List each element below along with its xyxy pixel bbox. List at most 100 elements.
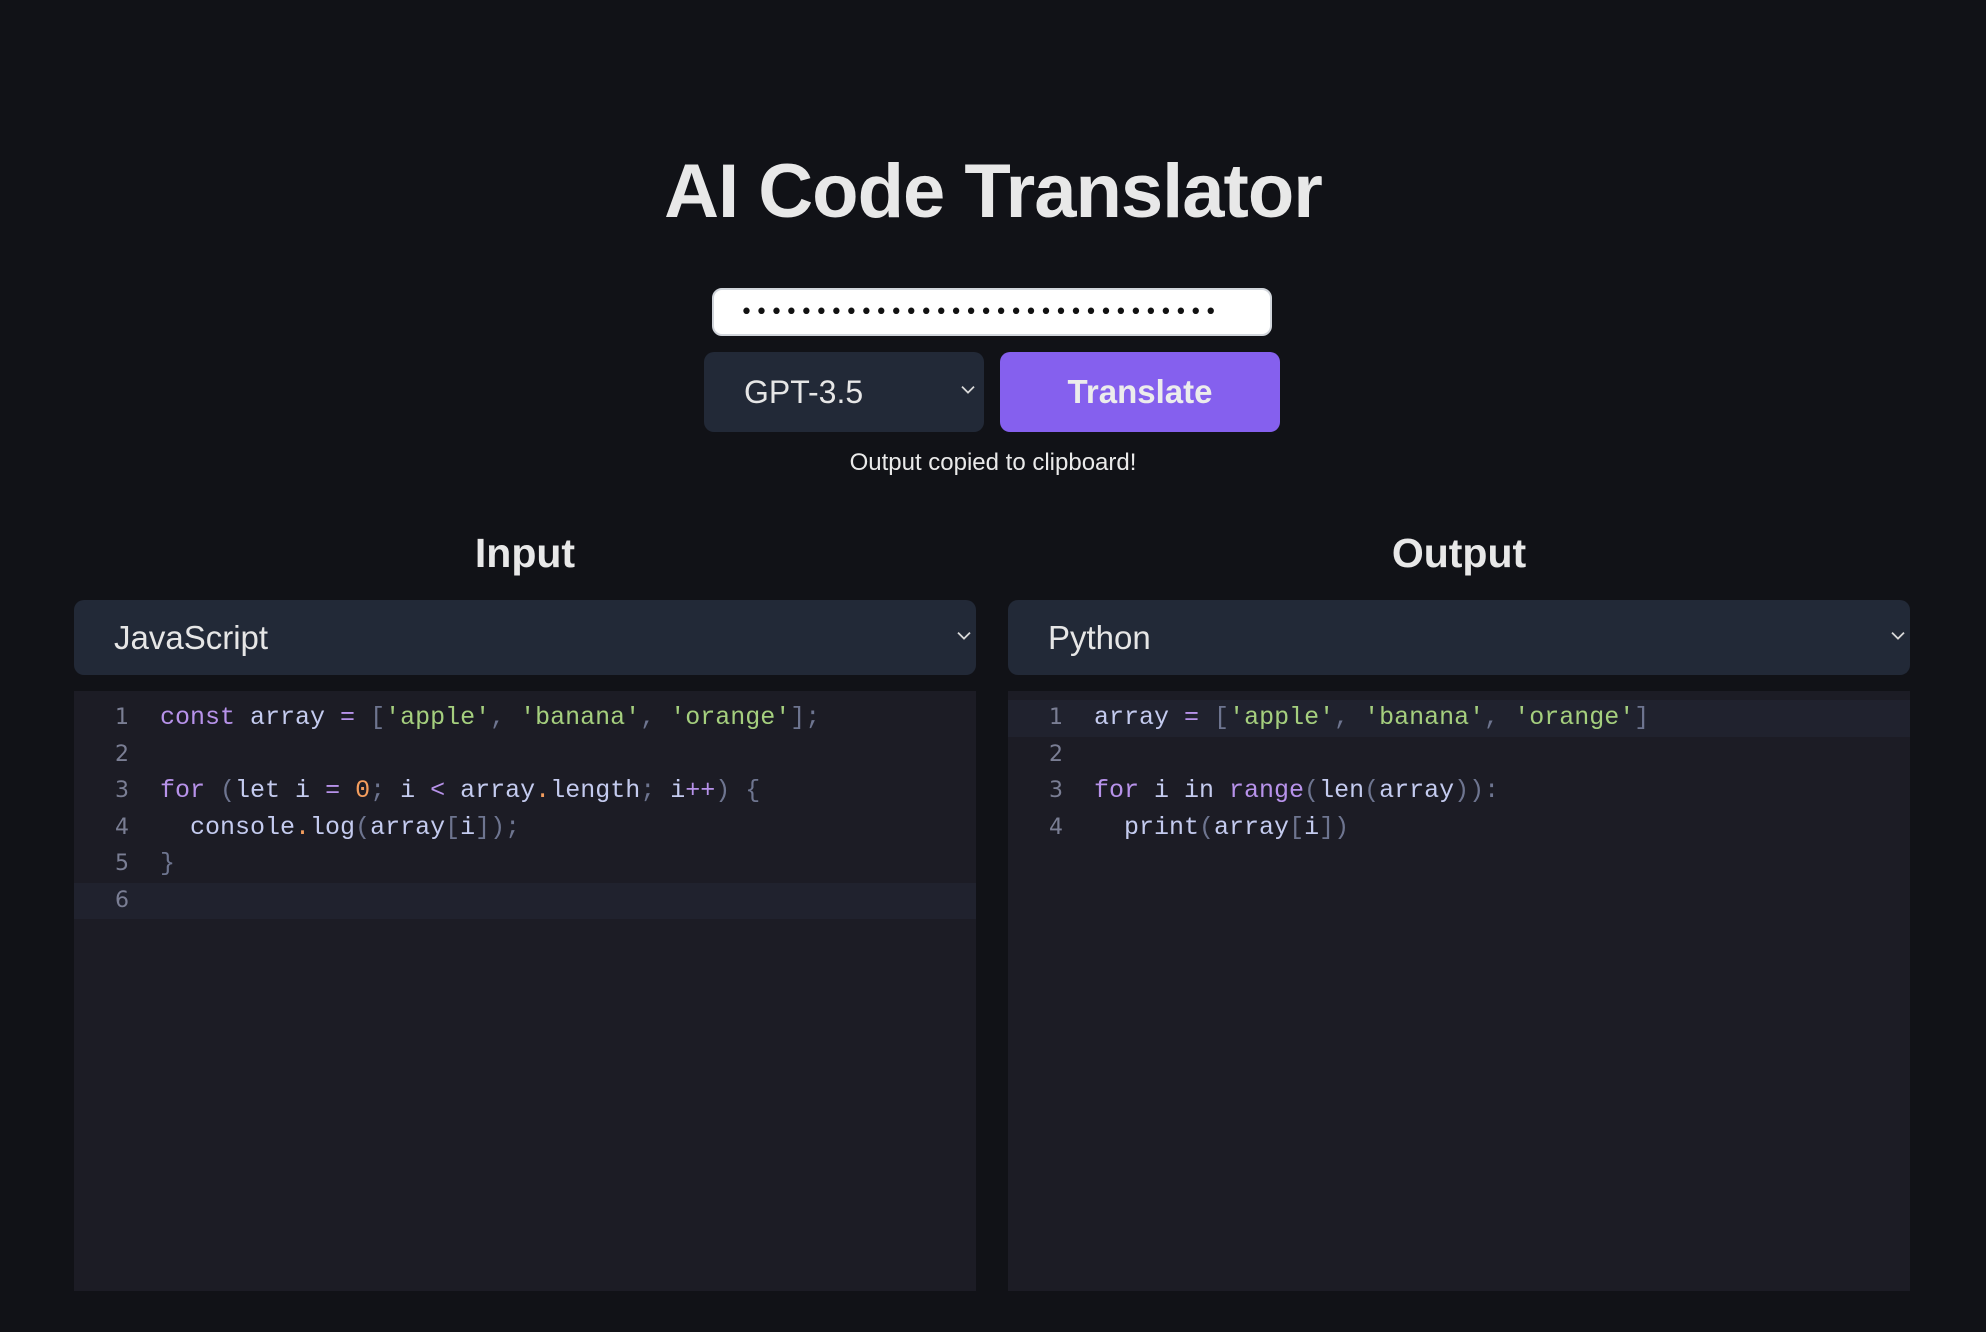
- code-token: i: [1304, 813, 1319, 842]
- line-number: 6: [74, 883, 129, 920]
- code-token: [355, 703, 370, 732]
- code-token: (: [220, 776, 235, 805]
- output-code-editor[interactable]: 1array = ['apple', 'banana', 'orange']23…: [1008, 691, 1910, 1291]
- code-token: .: [295, 813, 310, 842]
- code-token: 'apple': [385, 703, 490, 732]
- code-token: ]);: [475, 813, 520, 842]
- code-token: [505, 703, 520, 732]
- output-language-select[interactable]: Python: [1008, 600, 1910, 675]
- code-token: ];: [790, 703, 820, 732]
- code-token: i: [460, 813, 475, 842]
- code-token: let i: [235, 776, 325, 805]
- code-line: 3for i in range(len(array)):: [1008, 773, 1910, 810]
- code-token: [1199, 703, 1214, 732]
- code-token: 'apple': [1229, 703, 1334, 732]
- translate-button[interactable]: Translate: [1000, 352, 1280, 432]
- code-token: ,: [640, 703, 655, 732]
- code-token: array: [1379, 776, 1454, 805]
- input-language-value: JavaScript: [114, 619, 268, 657]
- line-number: 2: [1008, 737, 1063, 774]
- code-token: [205, 776, 220, 805]
- code-token: )): [1454, 776, 1484, 805]
- code-token: length: [550, 776, 640, 805]
- code-line: 5}: [74, 846, 976, 883]
- code-token: len: [1319, 776, 1364, 805]
- code-token: 'banana': [1364, 703, 1484, 732]
- code-text: }: [160, 846, 175, 883]
- code-token: [: [370, 703, 385, 732]
- code-token: =: [325, 776, 340, 805]
- line-number: 2: [74, 737, 129, 774]
- code-token: ;: [370, 776, 385, 805]
- code-token: [730, 776, 745, 805]
- code-token: i: [655, 776, 685, 805]
- chevron-down-icon: [1890, 627, 1906, 643]
- code-token: array: [235, 703, 340, 732]
- output-language-value: Python: [1048, 619, 1151, 657]
- code-token: 'banana': [520, 703, 640, 732]
- model-select-value: GPT-3.5: [744, 374, 863, 411]
- code-text: print(array[i]): [1094, 810, 1349, 847]
- code-text: const array = ['apple', 'banana', 'orang…: [160, 700, 820, 737]
- code-token: ,: [1334, 703, 1349, 732]
- code-token: (: [1199, 813, 1214, 842]
- model-select[interactable]: GPT-3.5: [704, 352, 984, 432]
- code-token: .: [535, 776, 550, 805]
- api-key-input[interactable]: [712, 288, 1272, 336]
- line-number: 3: [1008, 773, 1063, 810]
- line-number: 3: [74, 773, 129, 810]
- code-line: 4 console.log(array[i]);: [74, 810, 976, 847]
- code-token: ]: [1634, 703, 1649, 732]
- code-token: [655, 703, 670, 732]
- line-number: 1: [1008, 700, 1063, 737]
- input-code-editor[interactable]: 1const array = ['apple', 'banana', 'oran…: [74, 691, 976, 1291]
- code-token: 'orange': [1514, 703, 1634, 732]
- code-token: ,: [490, 703, 505, 732]
- code-token: i in: [1139, 776, 1229, 805]
- code-token: const: [160, 703, 235, 732]
- line-number: 5: [74, 846, 129, 883]
- code-token: array: [445, 776, 535, 805]
- code-token: [340, 776, 355, 805]
- status-message: Output copied to clipboard!: [0, 449, 1986, 477]
- code-line: 2: [1008, 737, 1910, 774]
- code-token: [: [1214, 703, 1229, 732]
- input-heading: Input: [74, 530, 976, 577]
- code-token: i: [385, 776, 430, 805]
- code-token: for: [160, 776, 205, 805]
- code-token: (: [1304, 776, 1319, 805]
- code-token: array: [370, 813, 445, 842]
- chevron-down-icon: [956, 627, 972, 643]
- code-line: 2: [74, 737, 976, 774]
- code-text: for i in range(len(array)):: [1094, 773, 1499, 810]
- line-number: 4: [74, 810, 129, 847]
- code-token: {: [745, 776, 760, 805]
- code-token: array: [1094, 703, 1184, 732]
- code-line: 1 const array = ['apple', 'banana', 'oran…: [74, 700, 976, 737]
- code-token: for: [1094, 776, 1139, 805]
- code-token: ++: [685, 776, 715, 805]
- code-token: ): [715, 776, 730, 805]
- code-token: =: [1184, 703, 1199, 732]
- code-token: 'orange': [670, 703, 790, 732]
- code-token: array: [1214, 813, 1289, 842]
- code-token: [1499, 703, 1514, 732]
- code-token: <: [430, 776, 445, 805]
- code-token: ,: [1484, 703, 1499, 732]
- code-line: 6: [74, 883, 976, 920]
- code-token: [: [1289, 813, 1304, 842]
- line-number: 4: [1008, 810, 1063, 847]
- code-line: 1 array = ['apple', 'banana', 'orange']: [1008, 700, 1910, 737]
- input-language-select[interactable]: JavaScript: [74, 600, 976, 675]
- code-token: :: [1484, 776, 1499, 805]
- chevron-down-icon: [960, 382, 976, 398]
- code-token: print: [1094, 813, 1199, 842]
- output-heading: Output: [1008, 530, 1910, 577]
- app-root: AI Code Translator GPT-3.5 Translate Out…: [0, 0, 1986, 1332]
- line-number: 1: [74, 700, 129, 737]
- code-token: [: [445, 813, 460, 842]
- code-text: console.log(array[i]);: [160, 810, 520, 847]
- code-token: range: [1229, 776, 1304, 805]
- code-token: [1349, 703, 1364, 732]
- code-token: =: [340, 703, 355, 732]
